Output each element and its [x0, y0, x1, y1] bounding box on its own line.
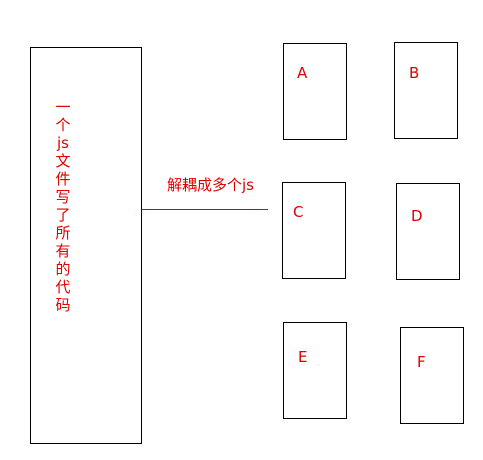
module-label-e: E	[298, 348, 308, 366]
module-label-c: C	[293, 203, 304, 221]
decoupling-connector-line	[142, 209, 268, 210]
label-char: 写	[55, 188, 71, 206]
label-char: 代	[55, 278, 71, 296]
label-char: 码	[55, 296, 71, 314]
label-char: 的	[55, 260, 71, 278]
module-label-f: F	[417, 353, 426, 371]
label-char: js	[57, 134, 69, 152]
module-box-e	[283, 322, 347, 419]
original-js-file-label: 一 个 js 文 件 写 了 所 有 的 代 码	[51, 98, 75, 314]
label-char: 一	[55, 98, 71, 116]
module-label-d: D	[411, 207, 423, 225]
label-char: 文	[55, 152, 71, 170]
module-label-a: A	[297, 64, 308, 82]
module-box-f	[400, 327, 464, 424]
module-box-a	[283, 43, 347, 140]
label-char: 个	[55, 116, 71, 134]
original-js-file-box	[30, 47, 142, 444]
module-box-b	[394, 42, 458, 139]
label-char: 有	[55, 242, 71, 260]
label-char: 所	[55, 224, 71, 242]
module-box-d	[396, 183, 460, 280]
label-char: 了	[55, 206, 71, 224]
label-char: 件	[55, 170, 71, 188]
module-label-b: B	[409, 64, 420, 82]
module-box-c	[282, 182, 346, 279]
decoupling-connector-label: 解耦成多个js	[167, 176, 254, 194]
